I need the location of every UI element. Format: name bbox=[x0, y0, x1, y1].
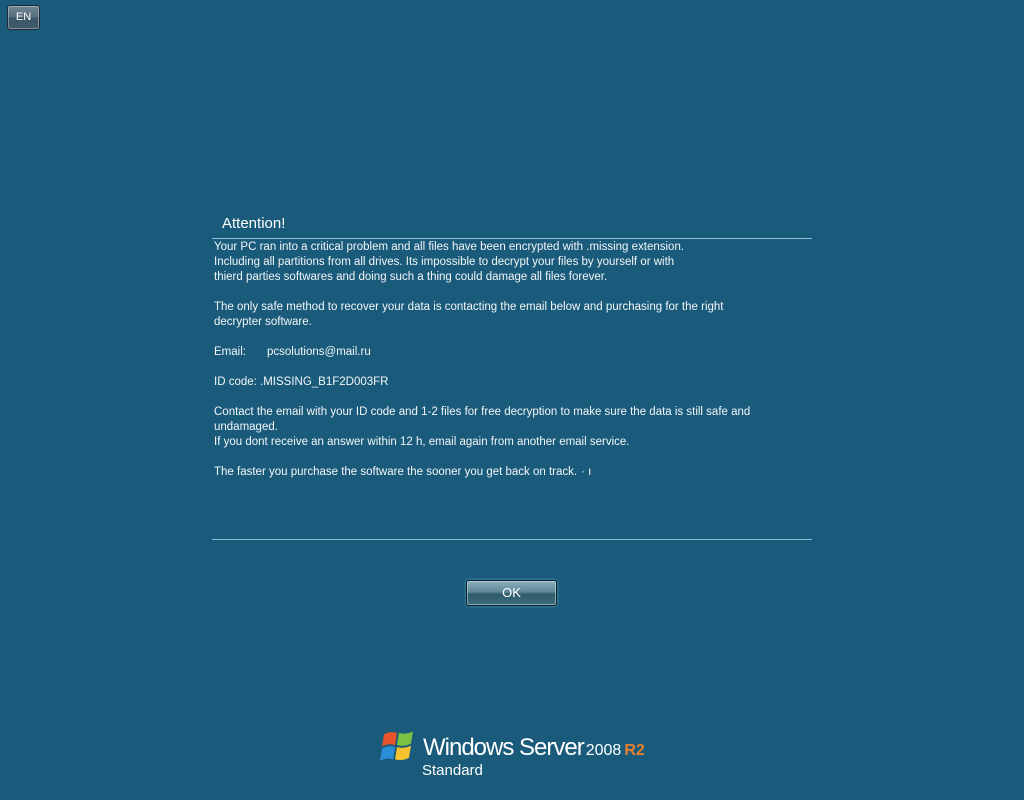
id-code-line: ID code: .MISSING_B1F2D003FR bbox=[214, 376, 389, 388]
product-name-text: Windows Server bbox=[423, 734, 585, 761]
message-line: Contact the email with your ID code and … bbox=[214, 406, 751, 418]
product-name: Windows Server 2008 R2 bbox=[423, 734, 645, 762]
message-body: Your PC ran into a critical problem and … bbox=[214, 240, 794, 480]
message-line: Your PC ran into a critical problem and … bbox=[214, 241, 685, 253]
ok-button[interactable]: OK bbox=[466, 580, 557, 606]
top-divider bbox=[212, 238, 812, 239]
product-edition: Standard bbox=[422, 762, 483, 779]
dialog-title: Attention! bbox=[222, 215, 286, 232]
email-label: Email: bbox=[214, 346, 246, 358]
product-version: 2008 bbox=[585, 742, 622, 759]
product-release: R2 bbox=[624, 742, 645, 759]
message-line: The only safe method to recover your dat… bbox=[214, 301, 724, 313]
bottom-divider bbox=[212, 539, 812, 540]
windows-branding: Windows Server 2008 R2 Standard bbox=[378, 724, 658, 784]
message-line: undamaged. bbox=[214, 421, 278, 433]
windows-flag-icon bbox=[380, 731, 413, 761]
language-button[interactable]: EN bbox=[7, 5, 40, 30]
message-line: decrypter software. bbox=[214, 316, 312, 328]
email-row: Email: pcsolutions@mail.ru bbox=[214, 345, 794, 360]
email-value: pcsolutions@mail.ru bbox=[267, 346, 371, 358]
text-cursor: · ı bbox=[581, 466, 592, 478]
message-line: thierd parties softwares and doing such … bbox=[214, 271, 608, 283]
ransom-message-panel: Attention! Your PC ran into a critical p… bbox=[212, 212, 812, 540]
closing-text: The faster you purchase the software the… bbox=[214, 466, 578, 478]
closing-line: The faster you purchase the software the… bbox=[214, 465, 794, 480]
message-line: Including all partitions from all drives… bbox=[214, 256, 675, 268]
message-line: If you dont receive an answer within 12 … bbox=[214, 436, 630, 448]
